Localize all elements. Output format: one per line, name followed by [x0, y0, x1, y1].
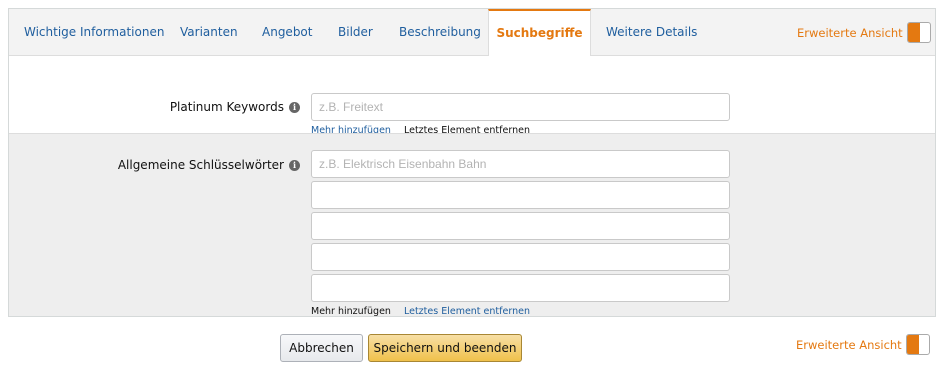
advanced-view-toggle[interactable] [906, 22, 931, 43]
general-keywords-label: Allgemeine Schlüsselwörter [117, 158, 284, 172]
save-and-finish-button[interactable]: Speichern und beenden [368, 334, 522, 362]
info-circle-icon[interactable]: i [289, 159, 300, 171]
footer-advanced-view-toggle[interactable] [905, 334, 930, 355]
general-add-more-link[interactable]: Mehr hinzufügen [311, 306, 391, 317]
advanced-view-label: Erweiterte Ansicht [797, 25, 903, 40]
advanced-view-control: Erweiterte Ansicht [797, 22, 931, 43]
info-circle-icon[interactable]: i [289, 101, 300, 113]
general-keywords-actions: Mehr hinzufügen Letztes Element entferne… [311, 306, 540, 317]
tab-wichtige-informationen[interactable]: Wichtige Informationen [24, 9, 164, 56]
general-keywords-input-4[interactable] [311, 243, 730, 271]
toggle-knob [907, 23, 920, 42]
general-keywords-input-2[interactable] [311, 181, 730, 209]
tab-bilder[interactable]: Bilder [338, 9, 373, 56]
tab-angebot[interactable]: Angebot [262, 9, 312, 56]
general-keywords-input-1[interactable] [311, 150, 730, 178]
toggle-knob [906, 335, 919, 354]
tab-weitere-details[interactable]: Weitere Details [606, 9, 697, 56]
general-remove-last-link[interactable]: Letztes Element entfernen [404, 306, 530, 317]
general-keywords-label-wrap: Allgemeine Schlüsselwörter i [118, 158, 300, 172]
listing-edit-panel: Wichtige Informationen Varianten Angebot… [8, 8, 936, 317]
general-keywords-input-5[interactable] [311, 274, 730, 302]
general-keywords-input-3[interactable] [311, 212, 730, 240]
platinum-keywords-input-1[interactable] [311, 93, 730, 121]
tab-suchbegriffe[interactable]: Suchbegriffe [488, 9, 591, 57]
cancel-button[interactable]: Abbrechen [280, 334, 363, 362]
tab-varianten[interactable]: Varianten [180, 9, 238, 56]
platinum-keywords-label: Platinum Keywords [169, 100, 284, 114]
tab-beschreibung[interactable]: Beschreibung [399, 9, 481, 56]
footer-advanced-view-label: Erweiterte Ansicht [796, 337, 902, 352]
platinum-keywords-section: Platinum Keywords i Mehr hinzufügen Letz… [9, 56, 935, 136]
platinum-keywords-label-wrap: Platinum Keywords i [170, 100, 300, 114]
footer-advanced-view-control: Erweiterte Ansicht [796, 334, 930, 355]
general-keywords-section: Allgemeine Schlüsselwörter i Mehr hinzuf… [9, 133, 935, 317]
tab-bar: Wichtige Informationen Varianten Angebot… [9, 9, 935, 57]
